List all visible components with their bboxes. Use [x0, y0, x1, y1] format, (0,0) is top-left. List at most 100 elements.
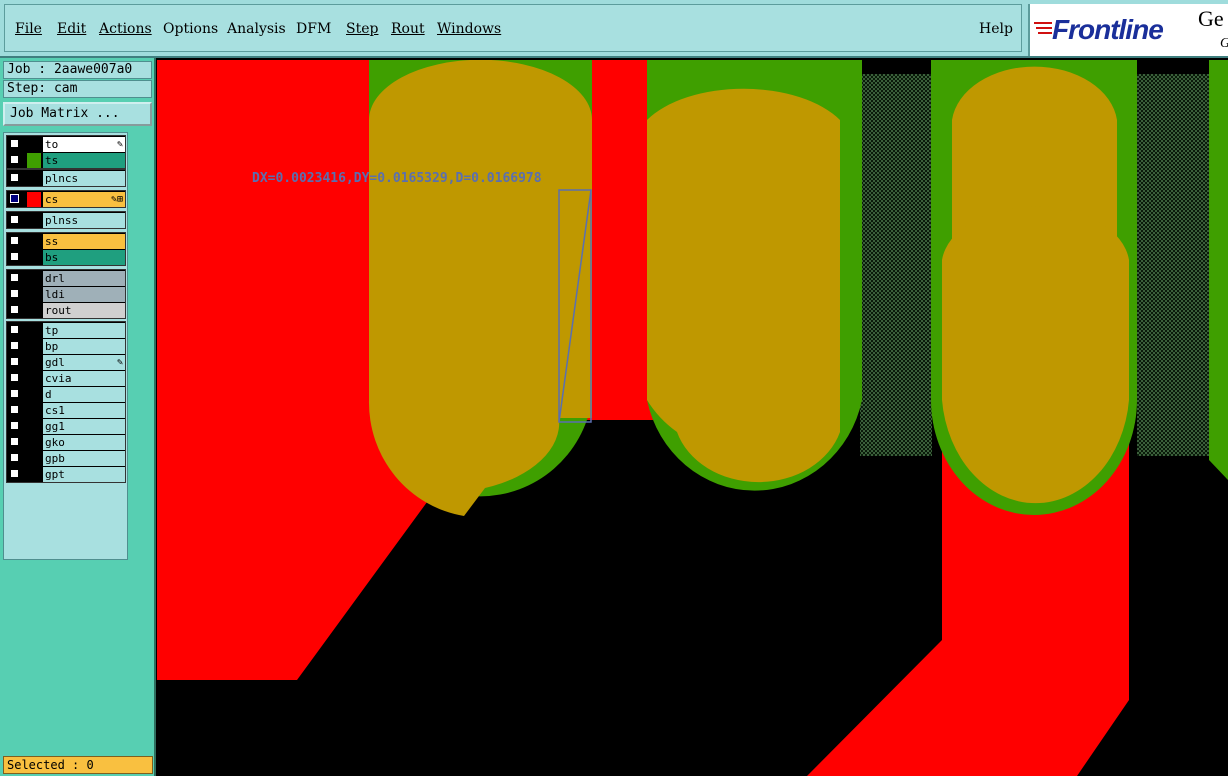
- layer-row-gpb[interactable]: gpb: [7, 451, 125, 466]
- layer-checkbox[interactable]: [10, 252, 19, 261]
- layer-name[interactable]: gdl: [43, 355, 125, 370]
- menubar: File Edit Actions Options Analysis DFM S…: [0, 0, 1228, 58]
- hatch-area-2: [1137, 74, 1209, 456]
- layer-checkbox[interactable]: [10, 357, 19, 366]
- layer-checkbox[interactable]: [10, 139, 19, 148]
- menu-step[interactable]: Step: [346, 21, 378, 37]
- layer-checkbox[interactable]: [10, 173, 19, 182]
- layer-name[interactable]: gg1: [43, 419, 125, 434]
- layer-name[interactable]: drl: [43, 271, 125, 286]
- layer-row-gdl[interactable]: gdl ✎: [7, 355, 125, 370]
- layer-color-swatch: [27, 192, 41, 207]
- layer-name[interactable]: bp: [43, 339, 125, 354]
- layer-checkbox[interactable]: [10, 373, 19, 382]
- layer-name[interactable]: ldi: [43, 287, 125, 302]
- layer-checkbox[interactable]: [10, 325, 19, 334]
- layer-checkbox[interactable]: [10, 437, 19, 446]
- layer-row-bp[interactable]: bp: [7, 339, 125, 354]
- layer-name[interactable]: d: [43, 387, 125, 402]
- layer-name[interactable]: ss: [43, 234, 125, 249]
- layer-checkbox[interactable]: [10, 421, 19, 430]
- layer-name[interactable]: cvia: [43, 371, 125, 386]
- layer-color-swatch: [27, 271, 41, 286]
- layer-checkbox[interactable]: [10, 155, 19, 164]
- layer-checkbox[interactable]: [10, 341, 19, 350]
- layer-color-swatch: [27, 287, 41, 302]
- layer-row-rout[interactable]: rout: [7, 303, 125, 318]
- pad-3-bottom: [942, 206, 1129, 504]
- mask-pad-4: [1209, 60, 1228, 480]
- layer-color-swatch: [27, 403, 41, 418]
- layer-name[interactable]: gpt: [43, 467, 125, 482]
- layer-checkbox[interactable]: [10, 305, 19, 314]
- layer-checkbox[interactable]: [10, 215, 19, 224]
- layer-checkbox[interactable]: [10, 273, 19, 282]
- layer-list: to ✎ ts plncs cs ✎⊞ plnss ss bs drl ldi rout tp bp gdl…: [3, 132, 128, 560]
- frontline-logo: Frontline Ge G: [1028, 4, 1228, 56]
- layer-row-cs[interactable]: cs ✎⊞: [7, 192, 125, 207]
- menu-analysis[interactable]: Analysis: [227, 21, 286, 37]
- layer-name[interactable]: gpb: [43, 451, 125, 466]
- layer-name[interactable]: tp: [43, 323, 125, 338]
- graphic-canvas[interactable]: DX=0.0023416,DY=0.0165329,D=0.0166978: [157, 60, 1228, 776]
- layer-row-gpt[interactable]: gpt: [7, 467, 125, 482]
- layer-color-swatch: [27, 250, 41, 265]
- layer-row-gg1[interactable]: gg1: [7, 419, 125, 434]
- menu-actions[interactable]: Actions: [99, 21, 152, 37]
- layer-row-ldi[interactable]: ldi: [7, 287, 125, 302]
- layer-row-plncs[interactable]: plncs: [7, 171, 125, 186]
- layer-row-to[interactable]: to ✎: [7, 137, 125, 152]
- measurement-readout: DX=0.0023416,DY=0.0165329,D=0.0166978: [252, 171, 542, 186]
- layer-row-tp[interactable]: tp: [7, 323, 125, 338]
- layer-row-ss[interactable]: ss: [7, 234, 125, 249]
- layer-row-bs[interactable]: bs: [7, 250, 125, 265]
- layer-name[interactable]: bs: [43, 250, 125, 265]
- layer-checkbox[interactable]: [10, 453, 19, 462]
- layer-checkbox[interactable]: [10, 236, 19, 245]
- left-panel: Job : 2aawe007a0 Step: cam Job Matrix ..…: [0, 58, 156, 776]
- layer-checkbox[interactable]: [10, 405, 19, 414]
- job-matrix-button[interactable]: Job Matrix ...: [3, 102, 152, 126]
- layer-color-swatch: [27, 303, 41, 318]
- layer-checkbox[interactable]: [10, 289, 19, 298]
- layer-color-swatch: [27, 323, 41, 338]
- layer-row-d[interactable]: d: [7, 387, 125, 402]
- layer-color-swatch: [27, 339, 41, 354]
- layer-row-cs1[interactable]: cs1: [7, 403, 125, 418]
- layer-color-swatch: [27, 419, 41, 434]
- selected-count: Selected : 0: [3, 756, 153, 774]
- menu-edit[interactable]: Edit: [57, 21, 86, 37]
- layer-checkbox[interactable]: [10, 389, 19, 398]
- menu-windows[interactable]: Windows: [437, 21, 501, 37]
- menu-rout[interactable]: Rout: [391, 21, 425, 37]
- layer-group: plnss: [6, 211, 126, 229]
- menu-options[interactable]: Options: [163, 21, 218, 37]
- layer-name[interactable]: ts: [43, 153, 125, 168]
- layer-row-ts[interactable]: ts: [7, 153, 125, 168]
- layer-edit-flag-icon: ✎: [116, 139, 123, 150]
- layer-row-cvia[interactable]: cvia: [7, 371, 125, 386]
- layer-checkbox[interactable]: [10, 194, 19, 203]
- layer-name[interactable]: plnss: [43, 213, 125, 228]
- menu-file[interactable]: File: [15, 21, 42, 37]
- layer-checkbox[interactable]: [10, 469, 19, 478]
- layer-color-swatch: [27, 171, 41, 186]
- layer-name[interactable]: rout: [43, 303, 125, 318]
- layer-name[interactable]: plncs: [43, 171, 125, 186]
- step-name: Step: cam: [3, 80, 152, 98]
- job-name: Job : 2aawe007a0: [3, 61, 152, 79]
- logo-suffix-2: G: [1220, 36, 1228, 52]
- layer-name[interactable]: to: [43, 137, 125, 152]
- menu-dfm[interactable]: DFM: [296, 21, 331, 37]
- layer-name[interactable]: cs1: [43, 403, 125, 418]
- layer-row-gko[interactable]: gko: [7, 435, 125, 450]
- pad-2: [647, 88, 840, 432]
- layer-name[interactable]: gko: [43, 435, 125, 450]
- layer-edit-flag-icon: ✎: [116, 357, 123, 368]
- layer-row-plnss[interactable]: plnss: [7, 213, 125, 228]
- menu-help[interactable]: Help: [979, 21, 1013, 37]
- layer-group: plncs: [6, 169, 126, 187]
- layer-color-swatch: [27, 213, 41, 228]
- layer-row-drl[interactable]: drl: [7, 271, 125, 286]
- layer-group: drl ldi rout: [6, 269, 126, 319]
